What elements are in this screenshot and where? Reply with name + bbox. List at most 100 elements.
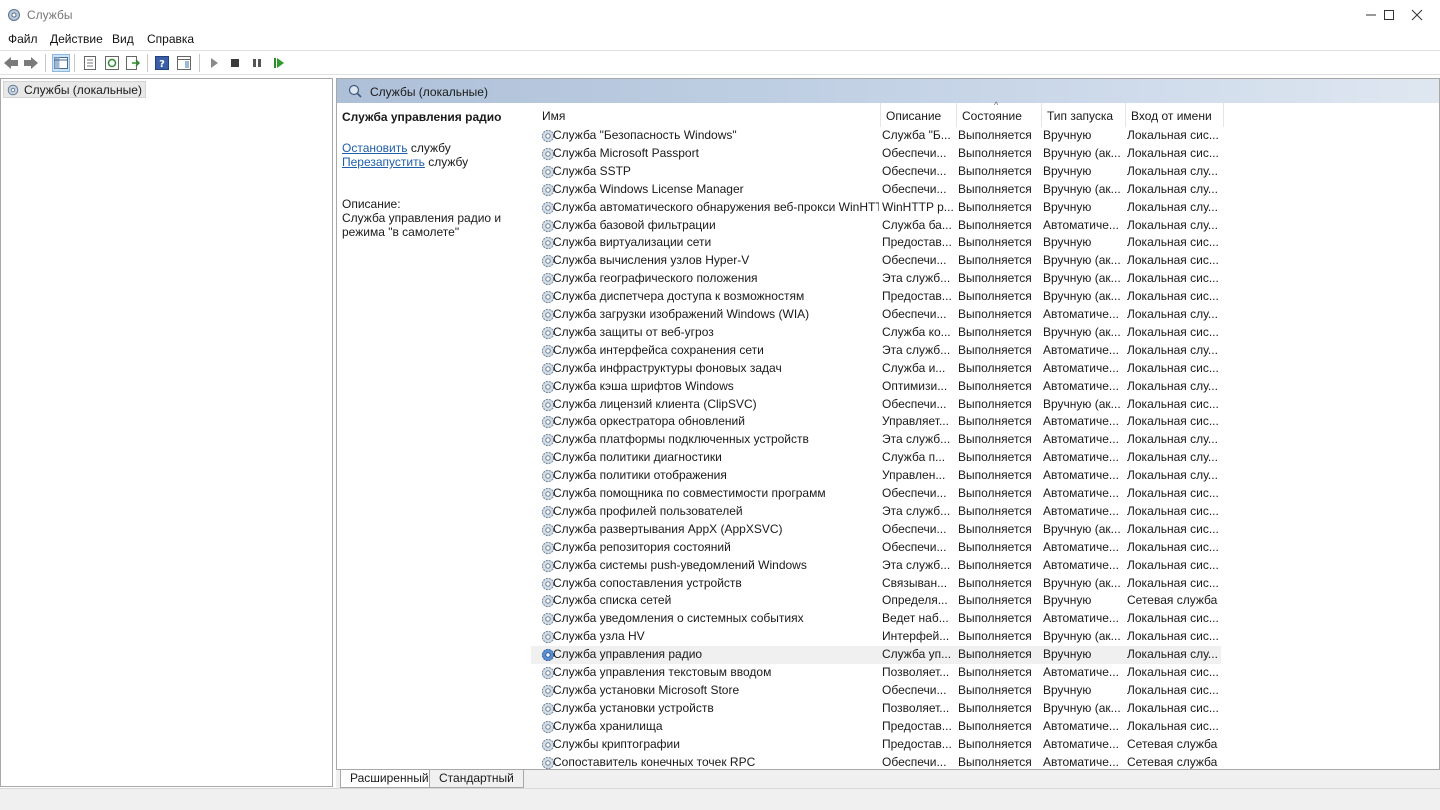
cell-status: Выполняется [958,575,1032,590]
restart-service-button[interactable] [270,54,288,72]
table-row[interactable]: Служба инфраструктуры фоновых задач Служб… [531,360,1221,378]
cell-startup-type: Автоматиче... [1043,378,1119,393]
table-row[interactable]: Служба политики отображения Управлен... Вы… [531,467,1221,485]
cell-log-on-as: Локальная сис... [1127,611,1219,626]
description-text-line2: режима "в самолете" [342,225,460,239]
table-row[interactable]: Служба профилей пользователей Эта служб..… [531,503,1221,521]
cell-status: Выполняется [958,253,1032,268]
menu-view[interactable]: Вид [112,32,134,46]
table-row[interactable]: Служба списка сетей Определя... Выполняетс… [531,592,1221,610]
export-icon [126,56,140,70]
cell-description: Управлен... [882,468,946,483]
services-window: Службы Файл Действие Вид Справка ? Служб… [0,0,1440,810]
cell-status: Выполняется [958,414,1032,429]
cell-log-on-as: Локальная слу... [1127,468,1218,483]
column-header-startup-type[interactable]: Тип запуска [1042,103,1126,127]
table-row[interactable]: Служба вычисления узлов Hyper-V Обеспечи.… [531,252,1221,270]
show-action-pane-button[interactable] [175,54,193,72]
table-row[interactable]: Служба управления радио Служба уп... Выпол… [531,646,1221,665]
extended-description-pane: Служба управления радио Остановить служб… [337,103,531,769]
table-row[interactable]: Служба интерфейса сохранения сети Эта слу… [531,342,1221,360]
table-row[interactable]: Служба управления текстовым вводом Позвол… [531,664,1221,682]
cell-status: Выполняется [958,754,1032,769]
svg-text:?: ? [159,59,165,70]
cell-startup-type: Автоматиче... [1043,539,1119,554]
cell-startup-type: Автоматиче... [1043,432,1119,447]
table-row[interactable]: Служба виртуализации сети Предостав... Вып… [531,234,1221,252]
cell-log-on-as: Сетевая служба [1127,754,1218,769]
menu-file[interactable]: Файл [8,32,38,46]
table-row[interactable]: Служба оркестратора обновлений Управляет.… [531,413,1221,431]
cell-log-on-as: Локальная сис... [1127,289,1219,304]
table-row[interactable]: Служба SSTP Обеспечи... Выполняется Вручную… [531,163,1221,181]
column-header-name[interactable]: Имя [537,103,881,127]
table-row[interactable]: Служба автоматического обнаружения веб-п… [531,199,1221,217]
tree-item-local-services[interactable]: Службы (локальные) [3,81,146,98]
column-header-status[interactable]: ^ Состояние [957,100,1042,127]
cell-log-on-as: Локальная слу... [1127,307,1218,321]
table-row[interactable]: Служба Windows License Manager Обеспечи..… [531,181,1221,199]
cell-log-on-as: Локальная слу... [1127,181,1218,196]
table-row[interactable]: Служба уведомления о системных событиях В… [531,610,1221,628]
table-row[interactable]: Служба узла HV Интерфей... Выполняется Вруч… [531,628,1221,646]
cell-description: Обеспечи... [882,486,947,500]
table-row[interactable]: Служба хранилища Предостав... Выполняется А… [531,718,1221,736]
cell-description: Служба "Б... [882,128,951,142]
cell-status: Выполняется [958,736,1032,751]
tab-extended[interactable]: Расширенный [340,770,439,788]
cell-startup-type: Вручную (ак... [1043,181,1121,196]
tree-item-label: Службы (локальные) [24,82,142,97]
properties-button[interactable] [81,54,99,72]
table-row[interactable]: Служба платформы подключенных устройств Э… [531,431,1221,449]
cell-log-on-as: Локальная сис... [1127,557,1219,572]
cell-description: Служба уп... [882,647,952,662]
table-row[interactable]: Служба установки Microsoft Store Обеспечи… [531,682,1221,700]
cell-log-on-as: Локальная сис... [1127,575,1219,590]
table-row[interactable]: Служба диспетчера доступа к возможностям… [531,288,1221,306]
cell-name: Служба платформы подключенных устройств [553,432,809,447]
forward-button[interactable] [22,54,40,72]
stop-service-link[interactable]: Остановить [342,141,408,155]
cell-log-on-as: Локальная сис... [1127,396,1219,411]
arrow-right-icon [24,57,38,69]
table-row[interactable]: Служба географического положения Эта служ… [531,270,1221,288]
table-row[interactable]: Служба сопоставления устройств Связыван..… [531,575,1221,593]
table-row[interactable]: Службы криптографии Предостав... Выполняет… [531,736,1221,754]
table-row[interactable]: Служба базовой фильтрации Служба ба... Вып… [531,217,1221,235]
table-row[interactable]: Служба лицензий клиента (ClipSVC) Обеспеч… [531,396,1221,414]
column-header-log-on-as[interactable]: Вход от имени [1126,103,1224,127]
help-button[interactable]: ? [153,54,171,72]
cell-name: Служба автоматического обнаружения веб-п… [553,199,879,214]
cell-status: Выполняется [958,700,1032,715]
cell-status: Выполняется [958,611,1032,626]
close-button[interactable] [1394,0,1440,30]
table-row[interactable]: Служба развертывания AppX (AppXSVC) Обесп… [531,521,1221,539]
table-row[interactable]: Служба установки устройств Позволяет... Вы… [531,700,1221,718]
cell-name: Службы криптографии [553,736,680,751]
table-row[interactable]: Служба системы push-уведомлений Windows Э… [531,557,1221,575]
back-button[interactable] [2,54,20,72]
table-row[interactable]: Служба помощника по совместимости програ… [531,485,1221,503]
tab-standard[interactable]: Стандартный [429,770,524,788]
stop-service-button[interactable] [226,54,244,72]
table-row[interactable]: Служба политики диагностики Служба п... Вы… [531,449,1221,467]
show-hide-tree-button[interactable] [52,54,70,72]
pause-service-button[interactable] [248,54,266,72]
cell-log-on-as: Локальная слу... [1127,199,1218,214]
export-list-button[interactable] [124,54,142,72]
table-row[interactable]: Служба кэша шрифтов Windows Оптимизи... Вы… [531,378,1221,396]
start-service-button[interactable] [205,54,223,72]
status-bar [0,788,1440,810]
column-header-description[interactable]: Описание [881,103,957,127]
table-row[interactable]: Служба защиты от веб-угроз Служба ко... Вы… [531,324,1221,342]
menu-help[interactable]: Справка [147,32,194,46]
table-row[interactable]: Служба загрузки изображений Windows (WIA… [531,306,1221,324]
cell-log-on-as: Локальная сис... [1127,414,1219,429]
table-row[interactable]: Служба репозитория состояний Обеспечи... В… [531,539,1221,557]
table-row[interactable]: Служба Microsoft Passport Обеспечи... Выпо… [531,145,1221,163]
table-row[interactable]: Служба "Безопасность Windows" Служба "Б..… [531,127,1221,145]
table-row[interactable]: Сопоставитель конечных точек RPC Обеспечи… [531,754,1221,770]
menu-action[interactable]: Действие [50,32,103,46]
refresh-button[interactable] [103,54,121,72]
restart-service-link[interactable]: Перезапустить [342,155,425,169]
